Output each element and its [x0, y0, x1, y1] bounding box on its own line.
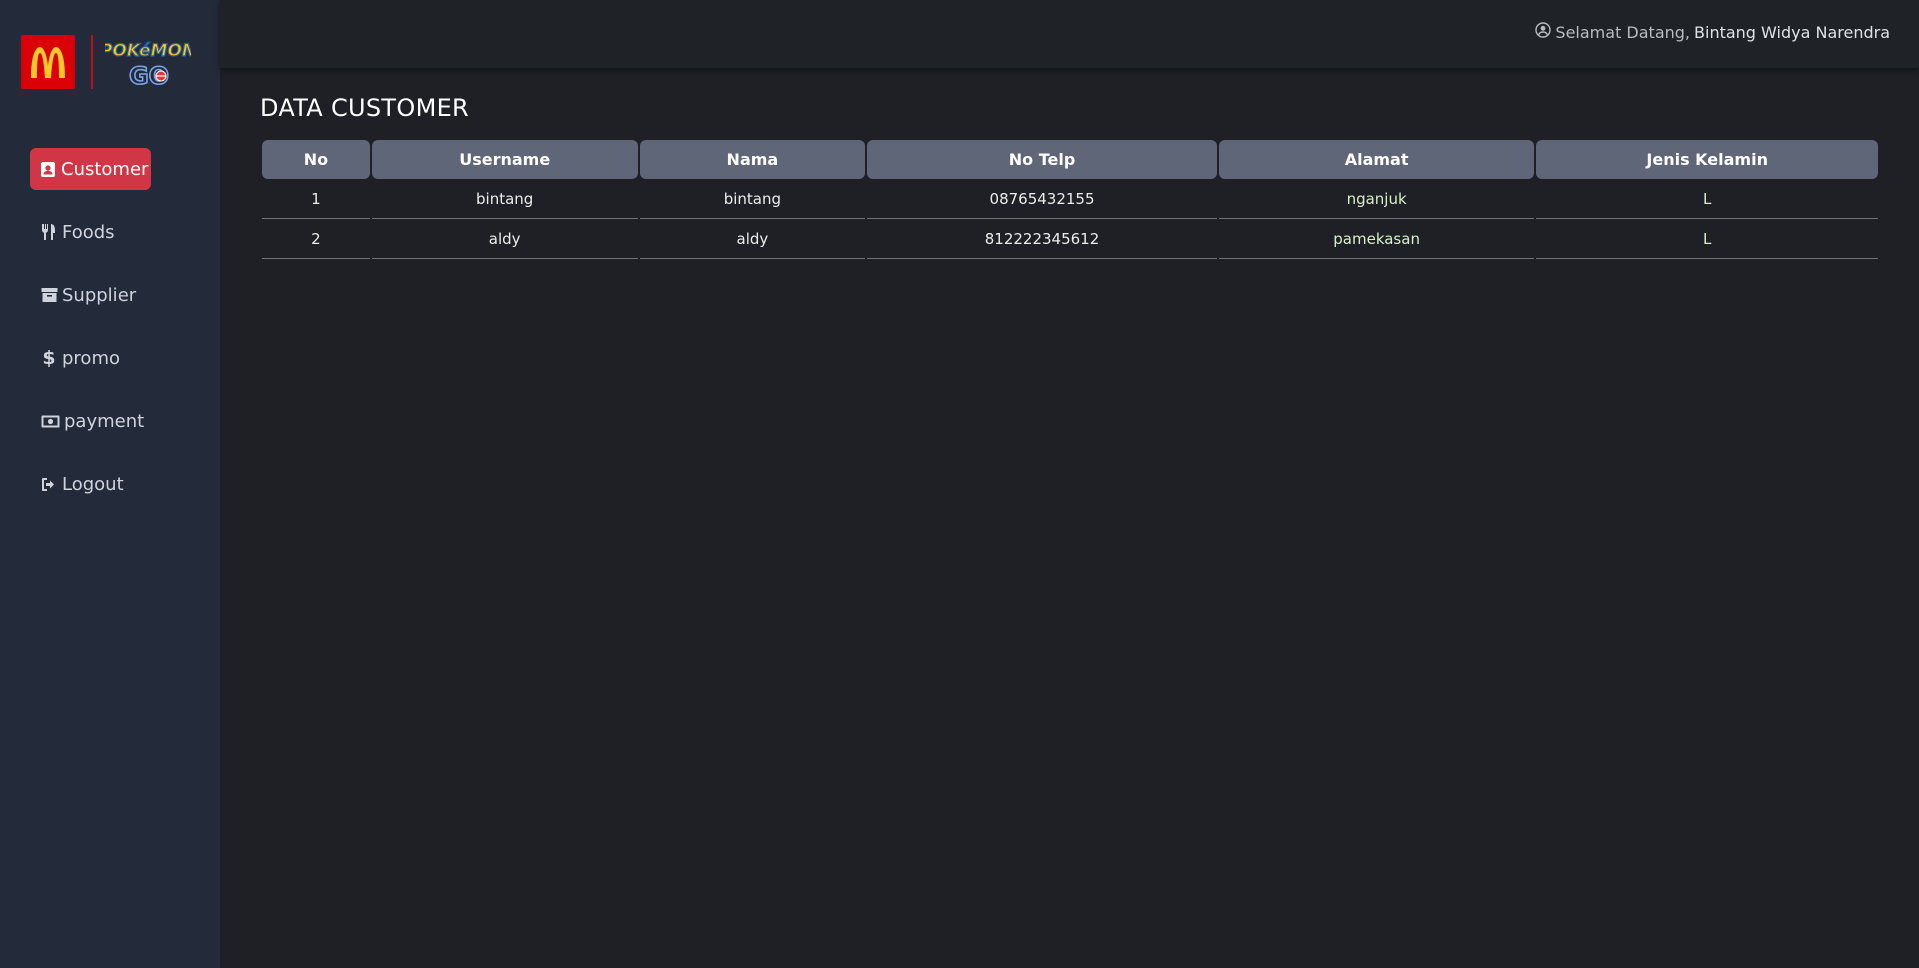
- column-header-no-telp: No Telp: [867, 140, 1217, 179]
- cell-alamat: nganjuk: [1218, 179, 1535, 219]
- page-title: DATA CUSTOMER: [260, 94, 470, 122]
- sidebar-item-label: payment: [64, 410, 145, 432]
- sidebar-item-label: Logout: [62, 473, 124, 495]
- customer-table: No Username Nama No Telp Alamat Jenis Ke…: [260, 140, 1880, 259]
- cell-username: aldy: [371, 219, 638, 259]
- logo-divider: [91, 35, 93, 89]
- user-name: Bintang Widya Narendra: [1694, 22, 1890, 42]
- column-header-nama: Nama: [639, 140, 866, 179]
- utensils-icon: [40, 223, 58, 241]
- brand-logo[interactable]: POKéMON GO: [21, 34, 191, 90]
- cell-alamat: pamekasan: [1218, 219, 1535, 259]
- money-bill-icon: [40, 412, 60, 430]
- cell-no-telp: 812222345612: [867, 219, 1217, 259]
- sidebar-item-label: promo: [62, 347, 120, 369]
- sidebar-item-label: Customer: [61, 158, 149, 180]
- user-circle-icon: [1535, 22, 1552, 42]
- sidebar-item-foods[interactable]: Foods: [30, 211, 190, 253]
- sidebar-item-label: Supplier: [62, 284, 137, 306]
- cell-jenis-kelamin: L: [1536, 219, 1878, 259]
- welcome-message[interactable]: Selamat Datang, Bintang Widya Narendra: [1535, 22, 1890, 42]
- svg-text:POKéMON: POKéMON: [105, 41, 191, 61]
- cell-no: 1: [262, 179, 370, 219]
- greeting-text: Selamat Datang,: [1555, 22, 1691, 42]
- table-row: 2 aldy aldy 812222345612 pamekasan L: [262, 219, 1878, 259]
- sidebar-item-payment[interactable]: payment: [30, 400, 190, 442]
- cell-username: bintang: [371, 179, 638, 219]
- cell-no: 2: [262, 219, 370, 259]
- sidebar-item-logout[interactable]: Logout: [30, 463, 190, 505]
- cell-nama: aldy: [639, 219, 866, 259]
- sidebar-item-supplier[interactable]: Supplier: [30, 274, 190, 316]
- sidebar: POKéMON GO Customer Foods Supplier $: [0, 0, 220, 968]
- sign-out-icon: [40, 475, 58, 493]
- column-header-alamat: Alamat: [1218, 140, 1535, 179]
- mcdonalds-logo: [21, 35, 75, 89]
- dollar-icon: $: [42, 347, 56, 369]
- column-header-no: No: [262, 140, 370, 179]
- table-row: 1 bintang bintang 08765432155 nganjuk L: [262, 179, 1878, 219]
- contact-card-icon: [39, 160, 57, 178]
- column-header-jenis-kelamin: Jenis Kelamin: [1536, 140, 1878, 179]
- cell-no-telp: 08765432155: [867, 179, 1217, 219]
- archive-box-icon: [40, 286, 58, 304]
- sidebar-item-customer[interactable]: Customer: [30, 148, 151, 190]
- pokemon-go-logo: POKéMON GO: [105, 40, 191, 90]
- column-header-username: Username: [371, 140, 638, 179]
- sidebar-nav: Customer Foods Supplier $ promo payment: [30, 148, 190, 526]
- sidebar-item-promo[interactable]: $ promo: [30, 337, 190, 379]
- top-bar: Selamat Datang, Bintang Widya Narendra: [220, 0, 1919, 68]
- table-header-row: No Username Nama No Telp Alamat Jenis Ke…: [262, 140, 1878, 179]
- cell-nama: bintang: [639, 179, 866, 219]
- sidebar-item-label: Foods: [62, 221, 115, 243]
- cell-jenis-kelamin: L: [1536, 179, 1878, 219]
